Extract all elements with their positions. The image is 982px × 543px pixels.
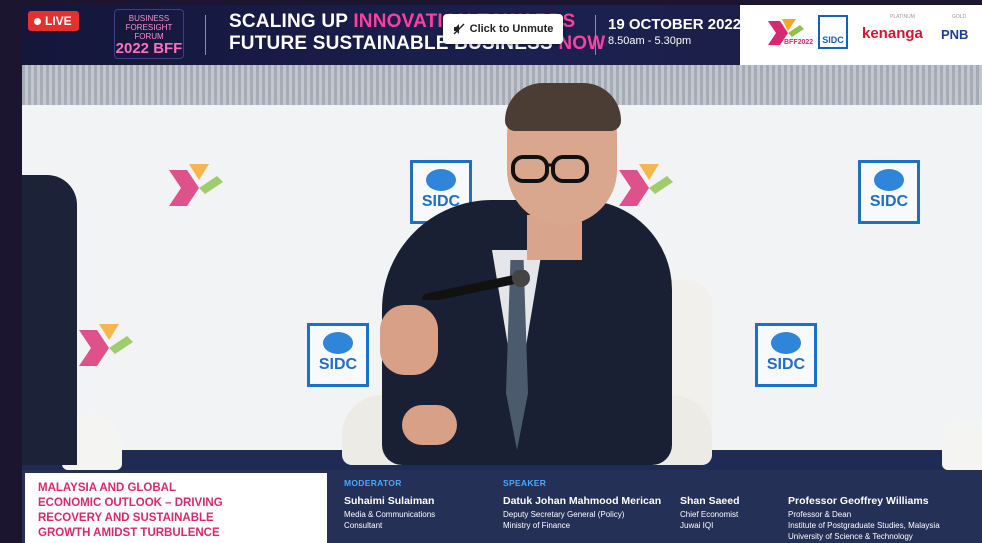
pnb-logo: PNB <box>941 27 969 42</box>
moderator-role: Media & Communications Consultant <box>344 510 436 530</box>
speaker-role: Deputy Secretary General (Policy) Minist… <box>503 510 625 530</box>
sidc-backdrop-logo: SIDC <box>858 160 920 224</box>
moderator-label: MODERATOR <box>344 478 402 488</box>
unmute-label: Click to Unmute <box>469 23 554 35</box>
speaker-hair <box>505 83 621 131</box>
speaker-role: Professor & Dean Institute of Postgradua… <box>788 510 940 541</box>
forum-logo-line2: FORESIGHT <box>125 23 173 32</box>
sidc-logo: SIDC <box>818 15 848 49</box>
muted-speaker-icon <box>453 23 465 35</box>
forum-logo: BUSINESS FORESIGHT FORUM 2022 BFF <box>114 9 184 59</box>
gold-label: GOLD <box>952 14 967 20</box>
bff-backdrop-logo <box>169 164 223 206</box>
sidc-backdrop-logo: SIDC <box>755 323 817 387</box>
sidc-backdrop-logo: SIDC <box>307 323 369 387</box>
event-date: 19 OCTOBER 2022 8.50am - 5.30pm <box>608 16 741 47</box>
live-label: LIVE <box>45 14 72 28</box>
chair <box>942 420 982 470</box>
session-title-box: MALAYSIA AND GLOBAL ECONOMIC OUTLOOK – D… <box>25 473 327 543</box>
video-player[interactable]: LIVE BUSINESS FORESIGHT FORUM 2022 BFF S… <box>22 5 982 543</box>
live-badge: LIVE <box>28 11 79 31</box>
video-stage: SIDC SIDC SIDC SIDC <box>22 65 982 470</box>
panelist-left <box>22 175 77 465</box>
speaker-label: SPEAKER <box>503 478 547 488</box>
event-banner: LIVE BUSINESS FORESIGHT FORUM 2022 BFF S… <box>22 5 982 65</box>
bff-backdrop-logo <box>619 164 673 206</box>
forum-logo-line1: BUSINESS <box>128 14 170 23</box>
glasses-icon <box>511 155 589 183</box>
speaker-role: Chief Economist Juwai IQI <box>680 510 739 530</box>
click-to-unmute-button[interactable]: Click to Unmute <box>443 14 563 44</box>
speaker-hand <box>380 305 438 375</box>
bff-logo <box>768 19 804 45</box>
platinum-label: PLATINUM <box>890 14 915 20</box>
event-time-text: 8.50am - 5.30pm <box>608 35 692 47</box>
lower-third: MALAYSIA AND GLOBAL ECONOMIC OUTLOOK – D… <box>22 470 982 543</box>
sponsor-strip: BFF2022 SIDC PLATINUM GOLD kenanga PNB <box>740 5 982 65</box>
bff-backdrop-logo <box>79 324 133 366</box>
divider <box>205 15 206 55</box>
event-date-text: 19 OCTOBER 2022 <box>608 16 742 33</box>
speaker-name: Professor Geoffrey Williams <box>788 495 929 507</box>
bff-logo-label: BFF2022 <box>784 39 814 46</box>
kenanga-logo: kenanga <box>862 25 923 42</box>
ceiling-rail <box>22 65 982 105</box>
divider <box>595 15 596 55</box>
speaker-name: Datuk Johan Mahmood Merican <box>503 495 662 507</box>
moderator-name: Suhaimi Sulaiman <box>344 495 435 507</box>
speaker-hand <box>402 405 457 445</box>
session-title: MALAYSIA AND GLOBAL ECONOMIC OUTLOOK – D… <box>38 482 223 539</box>
speaker-name: Shan Saeed <box>680 495 740 507</box>
microphone-icon <box>422 270 530 300</box>
live-dot-icon <box>34 17 41 25</box>
forum-logo-year: 2022 BFF <box>115 40 183 57</box>
